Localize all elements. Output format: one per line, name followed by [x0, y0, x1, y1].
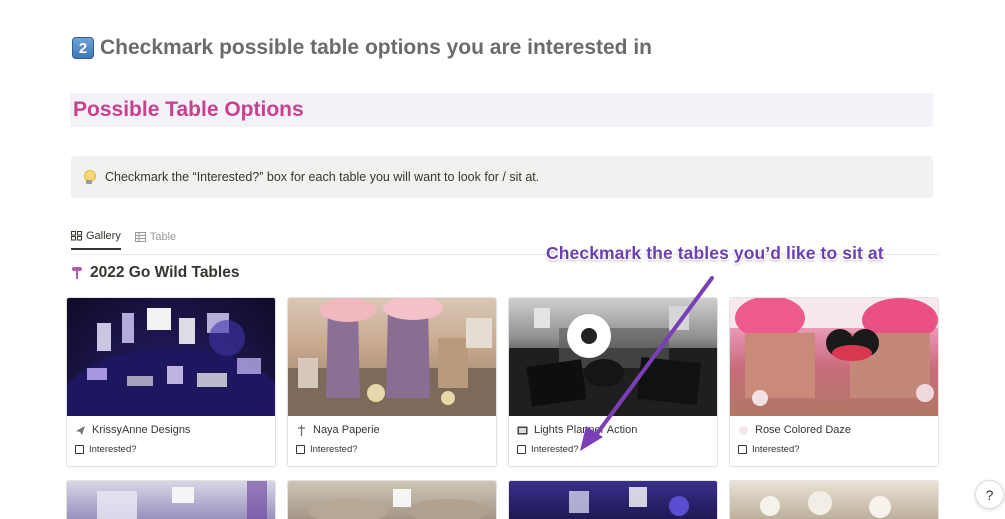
gallery-card[interactable] — [729, 480, 939, 519]
interested-label: Interested? — [89, 444, 137, 455]
gallery-card[interactable] — [66, 480, 276, 519]
step-heading: 2 Checkmark possible table options you a… — [72, 36, 652, 60]
dagger-icon — [296, 424, 307, 436]
card-title-text: Naya Paperie — [313, 424, 380, 436]
interested-label: Interested? — [531, 444, 579, 455]
film-icon — [517, 425, 528, 436]
tab-table-label: Table — [149, 231, 177, 243]
card-title: KrissyAnne Designs — [75, 424, 190, 436]
annotation-text: Checkmark the tables you’d like to sit a… — [546, 243, 884, 263]
view-tabs: Gallery Table — [71, 230, 176, 250]
help-button[interactable]: ? — [975, 480, 1004, 509]
interested-property[interactable]: Interested? — [738, 444, 800, 455]
paper-plane-icon — [75, 425, 86, 436]
card-title: Lights Planner Action — [517, 424, 637, 436]
interested-checkbox[interactable] — [738, 445, 747, 454]
gallery-card[interactable] — [508, 480, 718, 519]
gallery-card[interactable] — [287, 480, 497, 519]
interested-checkbox[interactable] — [517, 445, 526, 454]
card-cover-image — [730, 298, 938, 416]
callout-block: Checkmark the “Interested?” box for each… — [71, 156, 933, 198]
interested-checkbox[interactable] — [75, 445, 84, 454]
tab-gallery-label: Gallery — [86, 230, 121, 242]
database-title-text: 2022 Go Wild Tables — [90, 264, 240, 281]
section-heading-block: Possible Table Options — [70, 93, 933, 127]
step-title: Checkmark possible table options you are… — [100, 36, 652, 59]
gallery-card[interactable]: Lights Planner Action Interested? — [508, 297, 718, 467]
interested-property[interactable]: Interested? — [75, 444, 137, 455]
table-icon — [134, 232, 146, 242]
card-title: Naya Paperie — [296, 424, 380, 436]
interested-property[interactable]: Interested? — [517, 444, 579, 455]
card-title-text: Rose Colored Daze — [755, 424, 851, 436]
interested-checkbox[interactable] — [296, 445, 305, 454]
card-title: Rose Colored Daze — [738, 424, 851, 436]
database-title[interactable]: 2022 Go Wild Tables — [72, 264, 239, 282]
gallery-card[interactable]: KrissyAnne Designs Interested? — [66, 297, 276, 467]
interested-property[interactable]: Interested? — [296, 444, 358, 455]
interested-label: Interested? — [752, 444, 800, 455]
rose-icon — [738, 425, 749, 436]
interested-label: Interested? — [310, 444, 358, 455]
tab-gallery[interactable]: Gallery — [71, 230, 121, 250]
card-cover-image — [288, 298, 496, 416]
keycap-two-icon: 2 — [72, 37, 94, 59]
card-cover-image — [67, 298, 275, 416]
pin-icon — [72, 267, 82, 279]
gallery-card[interactable]: Naya Paperie Interested? — [287, 297, 497, 467]
section-title: Possible Table Options — [73, 98, 304, 121]
lightbulb-icon — [83, 169, 96, 185]
card-title-text: KrissyAnne Designs — [92, 424, 191, 436]
card-title-text: Lights Planner Action — [534, 424, 638, 436]
gallery-icon — [71, 231, 82, 241]
callout-text: Checkmark the “Interested?” box for each… — [105, 170, 540, 184]
gallery-card[interactable]: Rose Colored Daze Interested? — [729, 297, 939, 467]
card-cover-image — [509, 298, 717, 416]
tab-table[interactable]: Table — [134, 230, 177, 250]
